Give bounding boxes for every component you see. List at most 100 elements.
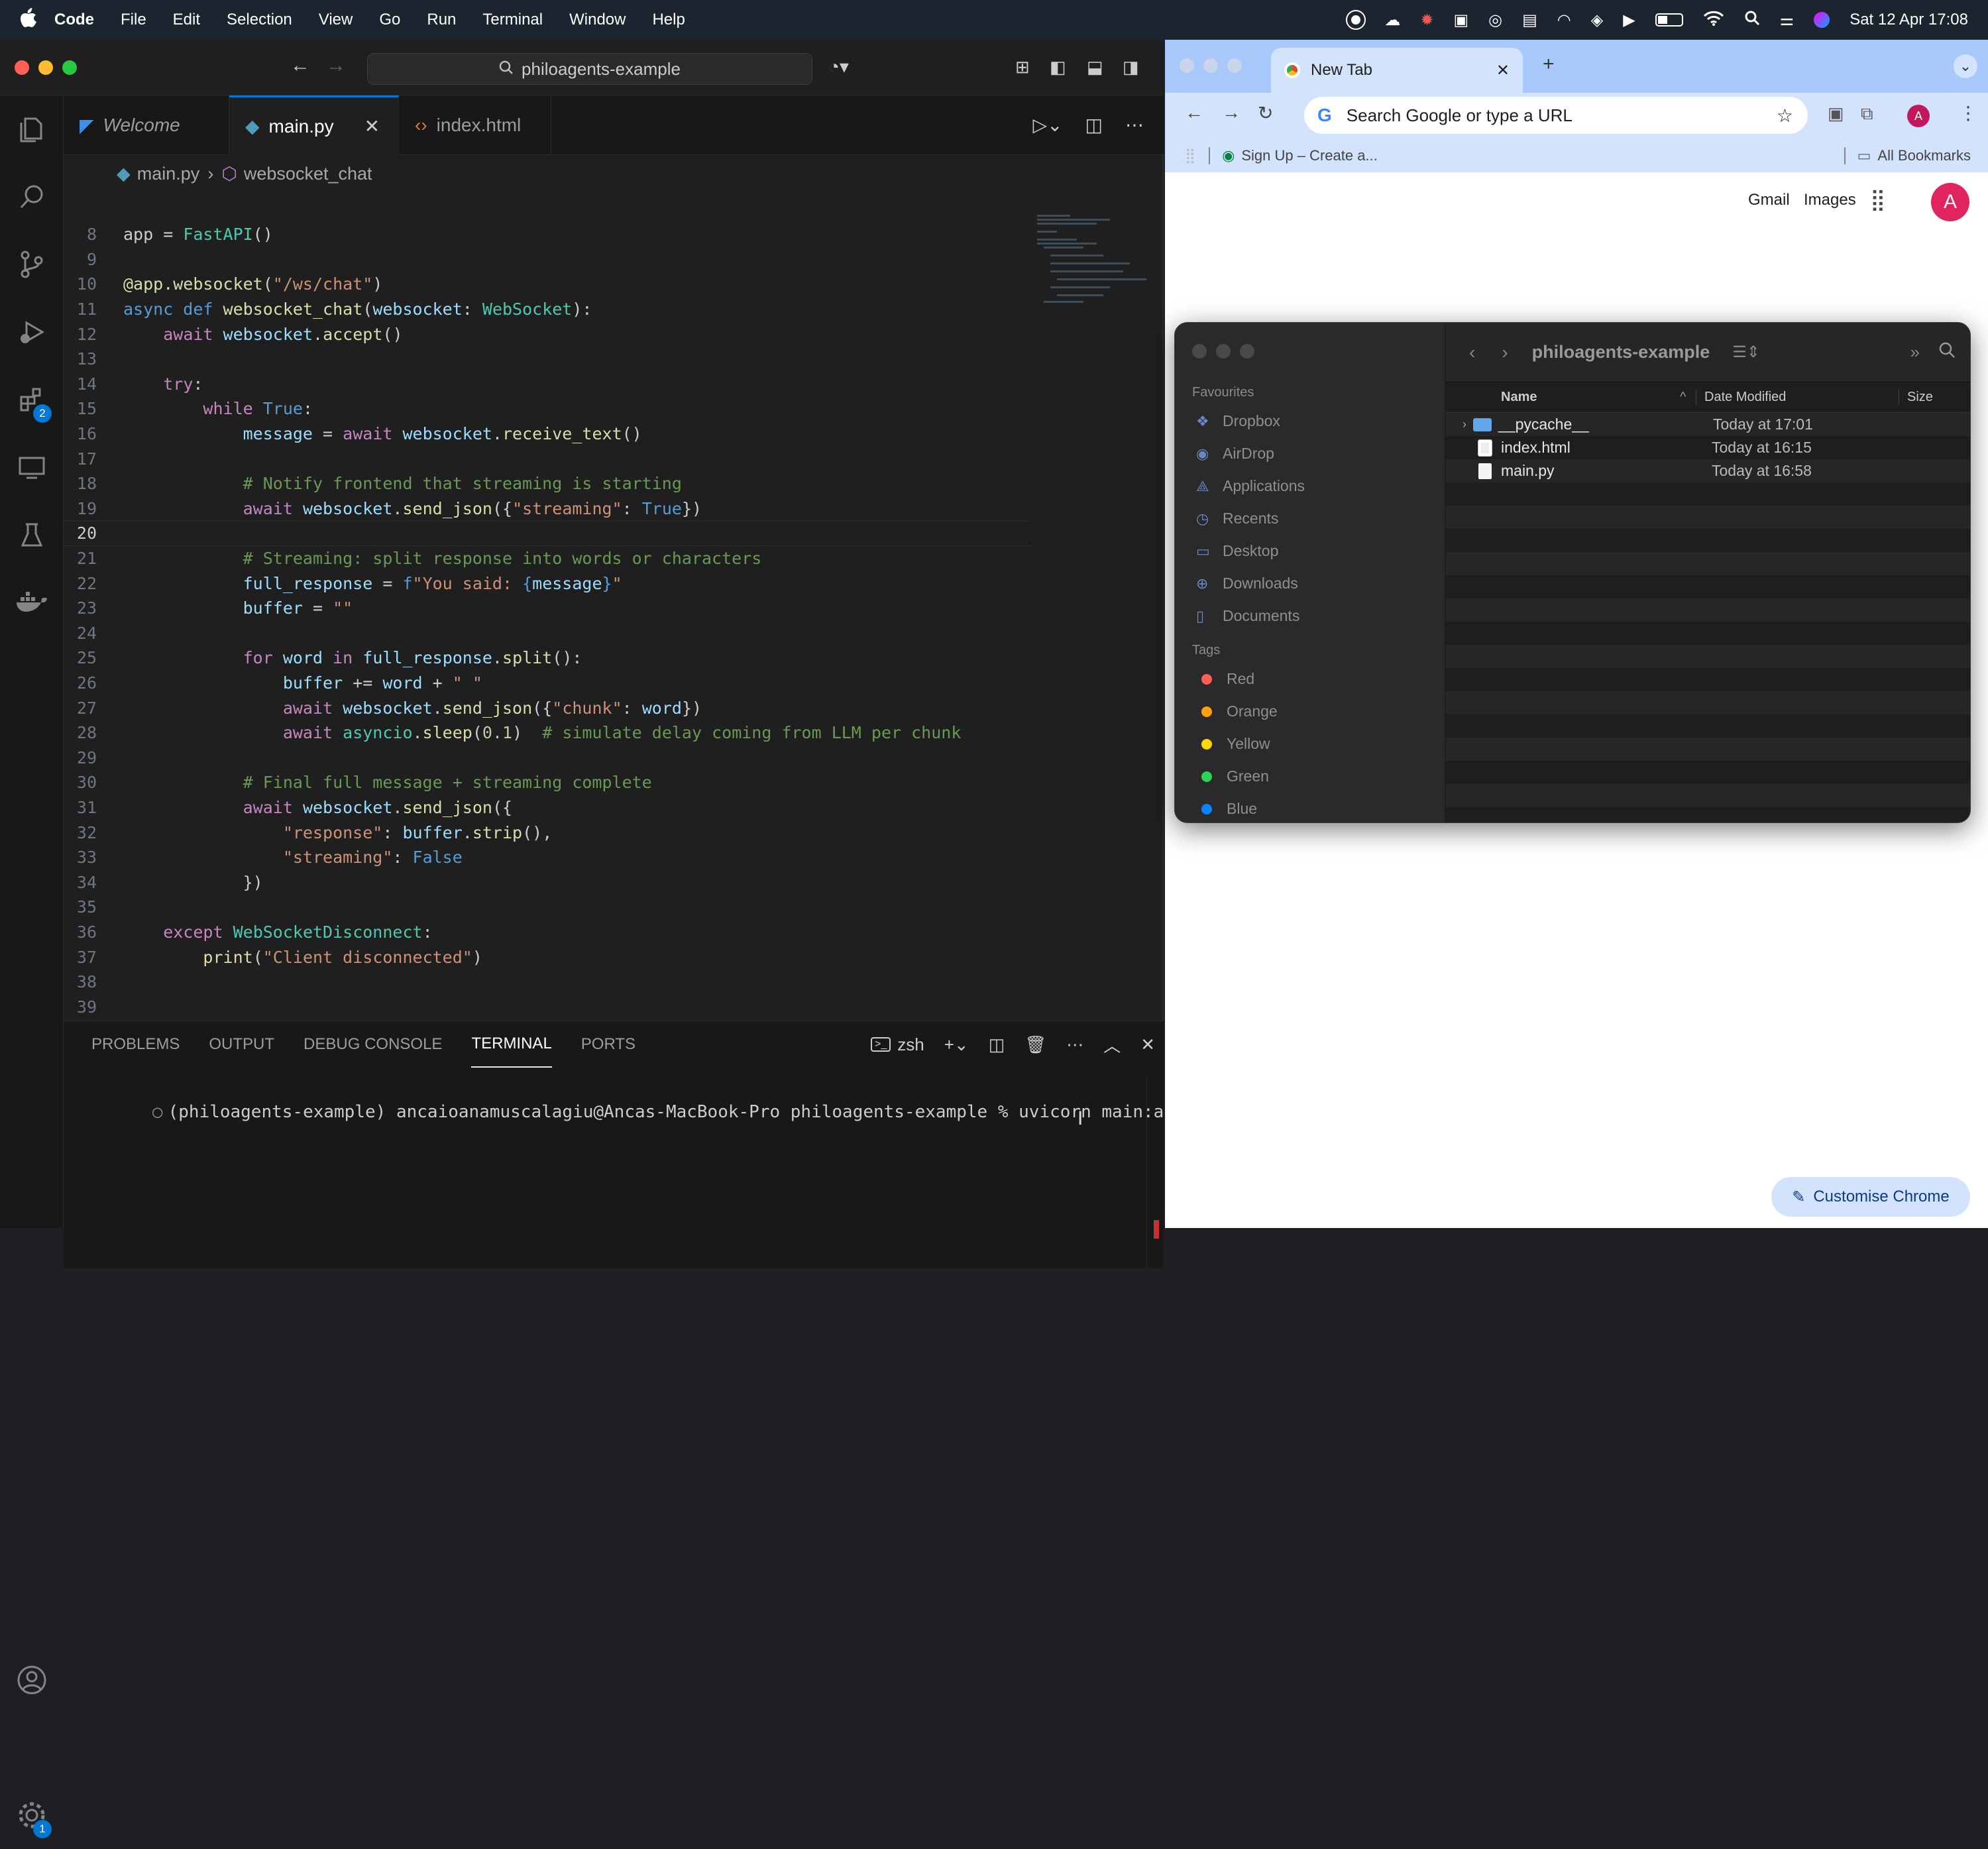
menu-window[interactable]: Window: [569, 11, 626, 29]
close-tab-icon[interactable]: ✕: [1496, 61, 1510, 80]
all-bookmarks[interactable]: All Bookmarks: [1877, 147, 1971, 164]
gmail-link[interactable]: Gmail: [1748, 191, 1790, 209]
minimize-window-button[interactable]: [38, 60, 53, 75]
accounts-icon[interactable]: [0, 1646, 64, 1714]
code-line[interactable]: 21 # Streaming: split response into word…: [64, 546, 1031, 571]
terminal-output[interactable]: ○ (philoagents-example) ancaioanamuscalag…: [90, 1082, 1194, 1142]
sidebar-item-dropbox[interactable]: ❖ Dropbox: [1175, 405, 1445, 437]
forward-arrow-icon[interactable]: →: [326, 54, 346, 77]
tab-ports[interactable]: PORTS: [581, 1021, 635, 1068]
spotlight-icon[interactable]: [1744, 10, 1760, 30]
toggle-sidebar-icon[interactable]: ◧: [1050, 57, 1066, 78]
back-chevron-icon[interactable]: ‹: [1469, 342, 1475, 363]
menu-terminal[interactable]: Terminal: [482, 11, 543, 29]
close-tab-icon[interactable]: ✕: [364, 115, 380, 137]
weather-icon[interactable]: ☁: [1384, 11, 1400, 30]
outlook-icon[interactable]: ▤: [1522, 11, 1537, 30]
creative-cloud-icon[interactable]: ◎: [1488, 11, 1502, 30]
code-line[interactable]: 35: [64, 895, 1031, 920]
reload-icon[interactable]: ↻: [1258, 102, 1273, 124]
code-line[interactable]: 38: [64, 970, 1031, 995]
new-terminal-icon[interactable]: +⌄: [944, 1035, 969, 1055]
code-line[interactable]: 17: [64, 446, 1031, 471]
code-line[interactable]: 31 await websocket.send_json({: [64, 795, 1031, 820]
more-actions-icon[interactable]: ⋯: [1066, 1035, 1083, 1055]
testing-icon[interactable]: [0, 501, 64, 569]
customise-chrome-button[interactable]: ✎ Customise Chrome: [1771, 1177, 1970, 1217]
file-row-main-py[interactable]: main.py Today at 16:58: [1445, 459, 1970, 482]
images-link[interactable]: Images: [1804, 191, 1856, 209]
code-line[interactable]: 20: [64, 521, 1031, 546]
tab-index-html[interactable]: ‹› index.html: [399, 95, 551, 155]
code-editor[interactable]: 8 app = FastAPI() 9 10 @app.websocket("/ws/c…: [64, 222, 1031, 1021]
trash-icon[interactable]: 🗑: [1024, 1035, 1046, 1055]
forward-chevron-icon[interactable]: ›: [1502, 342, 1508, 363]
google-apps-icon[interactable]: ⣿: [1870, 187, 1885, 212]
bookmark-star-icon[interactable]: ☆: [1777, 105, 1793, 127]
teams-icon[interactable]: ◈: [1591, 11, 1603, 30]
sidebar-item-documents[interactable]: ▯ Documents: [1175, 600, 1445, 632]
sidebar-item-applications[interactable]: ⟁ Applications: [1175, 470, 1445, 502]
arc-icon[interactable]: ◠: [1557, 11, 1571, 30]
code-line[interactable]: 14 try:: [64, 372, 1031, 397]
code-line[interactable]: 23 buffer = "": [64, 596, 1031, 621]
source-control-icon[interactable]: [0, 231, 64, 298]
terminal-scrollbar[interactable]: [1146, 1076, 1162, 1268]
apple-icon[interactable]: [20, 7, 37, 32]
breadcrumb-symbol[interactable]: websocket_chat: [244, 164, 372, 184]
siri-icon[interactable]: [1814, 12, 1830, 28]
file-row-index-html[interactable]: index.html Today at 16:15: [1445, 436, 1970, 459]
menu-run[interactable]: Run: [427, 11, 456, 29]
bookmark-item[interactable]: Sign Up – Create a...: [1241, 147, 1377, 164]
code-line[interactable]: 9: [64, 247, 1031, 272]
sidebar-item-desktop[interactable]: ▭ Desktop: [1175, 535, 1445, 567]
back-arrow-icon[interactable]: ←: [1185, 102, 1203, 123]
maximize-panel-icon[interactable]: ︿: [1103, 1033, 1121, 1057]
more-chevron-icon[interactable]: »: [1910, 342, 1920, 363]
menu-help[interactable]: Help: [652, 11, 685, 29]
code-line[interactable]: 37 print("Client disconnected"): [64, 944, 1031, 970]
code-line[interactable]: 27 await websocket.send_json({"chunk": w…: [64, 695, 1031, 720]
extensions-puzzle-icon[interactable]: ⧉: [1861, 103, 1873, 125]
code-line[interactable]: 13: [64, 347, 1031, 372]
account-avatar[interactable]: A: [1931, 183, 1969, 221]
breadcrumb-file[interactable]: main.py: [137, 164, 200, 184]
tab-main-py[interactable]: ◆ main.py ✕: [229, 95, 399, 155]
menu-app-name[interactable]: Code: [54, 11, 94, 29]
menu-file[interactable]: File: [121, 11, 146, 29]
menu-go[interactable]: Go: [379, 11, 400, 29]
tab-output[interactable]: OUTPUT: [209, 1021, 274, 1068]
tag-yellow[interactable]: Yellow: [1175, 728, 1445, 760]
code-line[interactable]: 10 @app.websocket("/ws/chat"): [64, 272, 1031, 297]
tab-debug-console[interactable]: DEBUG CONSOLE: [304, 1021, 442, 1068]
column-name[interactable]: Name: [1501, 390, 1680, 405]
notification-app-icon[interactable]: ✹: [1420, 11, 1433, 30]
tag-orange[interactable]: Orange: [1175, 695, 1445, 728]
split-editor-icon[interactable]: ◫: [1085, 114, 1103, 136]
maximize-window-button[interactable]: [62, 60, 77, 75]
menubar-datetime[interactable]: Sat 12 Apr 17:08: [1850, 11, 1968, 29]
code-line[interactable]: 24: [64, 621, 1031, 646]
code-line[interactable]: 39: [64, 994, 1031, 1019]
copilot-icon[interactable]: ◔▾: [828, 56, 849, 78]
code-line[interactable]: 8 app = FastAPI(): [64, 222, 1031, 247]
close-window-button[interactable]: [1180, 58, 1194, 73]
minimize-window-button[interactable]: [1203, 58, 1218, 73]
chrome-tab-new-tab[interactable]: New Tab ✕: [1271, 48, 1523, 93]
view-options-icon[interactable]: ☰⇕: [1732, 343, 1760, 362]
toggle-secondary-sidebar-icon[interactable]: ◨: [1123, 57, 1139, 78]
disclosure-triangle-icon[interactable]: ›: [1445, 418, 1466, 431]
code-line[interactable]: 12 await websocket.accept(): [64, 321, 1031, 347]
tab-search-icon[interactable]: ⌄: [1954, 54, 1977, 78]
menu-view[interactable]: View: [319, 11, 353, 29]
search-sidebar-icon[interactable]: [0, 163, 64, 231]
maximize-window-button[interactable]: [1227, 58, 1242, 73]
code-line[interactable]: 26 buffer += word + " ": [64, 671, 1031, 696]
code-line[interactable]: 32 "response": buffer.strip(),: [64, 820, 1031, 845]
column-date-modified[interactable]: Date Modified: [1696, 390, 1899, 405]
tag-red[interactable]: Red: [1175, 663, 1445, 695]
code-line[interactable]: 18 # Notify frontend that streaming is s…: [64, 471, 1031, 496]
code-line[interactable]: 30 # Final full message + streaming comp…: [64, 770, 1031, 795]
toggle-panel-icon[interactable]: ⬓: [1087, 57, 1103, 78]
code-line[interactable]: 25 for word in full_response.split():: [64, 645, 1031, 671]
